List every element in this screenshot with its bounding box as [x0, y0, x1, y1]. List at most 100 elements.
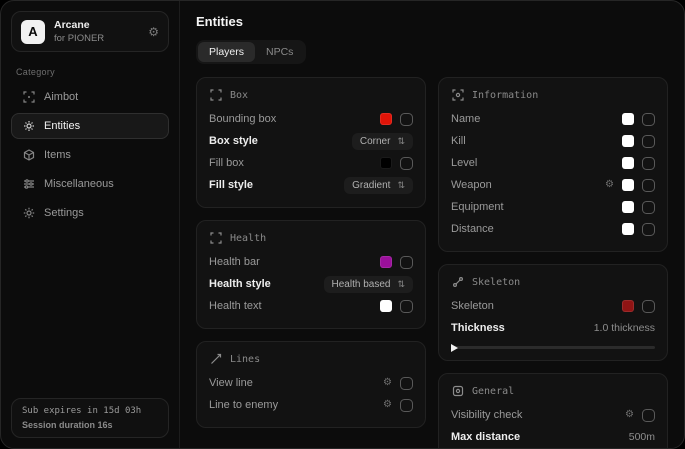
color-swatch[interactable]: [622, 135, 634, 147]
sidebar-item-entities[interactable]: Entities: [11, 113, 169, 139]
sidebar-item-label: Settings: [44, 207, 84, 219]
checkbox[interactable]: [642, 135, 655, 148]
category-label: Category: [16, 67, 164, 77]
sidebar-item-miscellaneous[interactable]: Miscellaneous: [11, 171, 169, 197]
checkbox[interactable]: [642, 409, 655, 422]
app-window: A Arcane for PIONER ⚙ Category Aimbot En…: [0, 0, 685, 449]
health-panel: Health Health bar Health style Health ba…: [196, 220, 426, 329]
information-panel: Information Name Kill Level: [438, 77, 668, 252]
checkbox[interactable]: [400, 300, 413, 313]
panel-title: Lines: [230, 354, 260, 365]
panel-title: Skeleton: [472, 277, 520, 288]
items-icon: [22, 149, 35, 161]
skeleton-panel: Skeleton Skeleton Thickness 1.0 thicknes…: [438, 264, 668, 361]
sidebar-item-settings[interactable]: Settings: [11, 200, 169, 226]
brand-logo: A: [21, 20, 45, 44]
max-distance-value: 500m: [629, 431, 655, 443]
box-style-dropdown[interactable]: Corner ⇅: [352, 133, 413, 150]
entities-icon: [22, 120, 35, 132]
setting-row: View line ⚙: [209, 372, 413, 394]
skeleton-icon: [451, 276, 464, 288]
checkbox[interactable]: [642, 157, 655, 170]
checkbox[interactable]: [642, 113, 655, 126]
session-duration-text: Session duration 16s: [22, 420, 158, 430]
setting-row: Box style Corner ⇅: [209, 130, 413, 152]
setting-row: Kill: [451, 130, 655, 152]
sidebar-item-label: Items: [44, 149, 71, 161]
panel-title: Box: [230, 90, 248, 101]
setting-row: Distance: [451, 218, 655, 240]
tab-npcs[interactable]: NPCs: [255, 42, 304, 62]
gear-icon[interactable]: ⚙: [625, 410, 634, 420]
checkbox[interactable]: [400, 256, 413, 269]
color-swatch[interactable]: [380, 157, 392, 169]
brand-subtitle: for PIONER: [54, 33, 104, 44]
sidebar-item-items[interactable]: Items: [11, 142, 169, 168]
panel-title: Health: [230, 233, 266, 244]
gear-icon[interactable]: ⚙: [605, 180, 614, 190]
sidebar-item-label: Aimbot: [44, 91, 78, 103]
gear-icon[interactable]: ⚙: [383, 378, 392, 388]
setting-row: Visibility check ⚙: [451, 404, 655, 426]
color-swatch[interactable]: [380, 300, 392, 312]
slider-handle[interactable]: [451, 344, 458, 352]
subscription-card: Sub expires in 15d 03h Session duration …: [11, 398, 169, 438]
color-swatch[interactable]: [622, 179, 634, 191]
color-swatch[interactable]: [380, 113, 392, 125]
brand-name: Arcane: [54, 19, 104, 31]
setting-row: Bounding box: [209, 108, 413, 130]
setting-row: Skeleton: [451, 295, 655, 317]
setting-row: Max distance 500m: [451, 426, 655, 448]
settings-gear-icon[interactable]: ⚙: [148, 25, 159, 39]
chevron-up-down-icon: ⇅: [397, 280, 405, 289]
color-swatch[interactable]: [622, 201, 634, 213]
checkbox[interactable]: [400, 113, 413, 126]
sub-expires-text: Sub expires in 15d 03h: [22, 406, 158, 416]
checkbox[interactable]: [400, 399, 413, 412]
sidebar-item-label: Miscellaneous: [44, 178, 114, 190]
setting-row: Health text: [209, 295, 413, 317]
gear-icon[interactable]: ⚙: [383, 400, 392, 410]
lines-panel: Lines View line ⚙ Line to enemy ⚙: [196, 341, 426, 428]
checkbox[interactable]: [400, 377, 413, 390]
setting-row: Fill style Gradient ⇅: [209, 174, 413, 196]
main-content: Entities Players NPCs Box Bounding box: [180, 1, 684, 448]
color-swatch[interactable]: [622, 157, 634, 169]
fill-style-dropdown[interactable]: Gradient ⇅: [344, 177, 413, 194]
sidebar: A Arcane for PIONER ⚙ Category Aimbot En…: [1, 1, 180, 448]
panel-title: General: [472, 386, 514, 397]
checkbox[interactable]: [642, 179, 655, 192]
general-icon: [451, 385, 464, 397]
setting-row: Health style Health based ⇅: [209, 273, 413, 295]
setting-row: Name: [451, 108, 655, 130]
box-panel: Box Bounding box Box style Corner ⇅: [196, 77, 426, 208]
setting-row: Fill box: [209, 152, 413, 174]
gear-icon: [22, 207, 35, 219]
lines-icon: [209, 353, 222, 365]
sidebar-item-label: Entities: [44, 120, 80, 132]
color-swatch[interactable]: [622, 300, 634, 312]
panel-title: Information: [472, 90, 538, 101]
sidebar-item-aimbot[interactable]: Aimbot: [11, 84, 169, 110]
color-swatch[interactable]: [622, 113, 634, 125]
aimbot-icon: [22, 91, 35, 103]
chevron-up-down-icon: ⇅: [397, 181, 405, 190]
page-title: Entities: [196, 14, 668, 29]
tab-players[interactable]: Players: [198, 42, 255, 62]
color-swatch[interactable]: [380, 256, 392, 268]
color-swatch[interactable]: [622, 223, 634, 235]
setting-row: Thickness 1.0 thickness: [451, 317, 655, 339]
checkbox[interactable]: [642, 201, 655, 214]
setting-row: Level: [451, 152, 655, 174]
setting-row: Health bar: [209, 251, 413, 273]
checkbox[interactable]: [642, 300, 655, 313]
chevron-up-down-icon: ⇅: [397, 137, 405, 146]
health-style-dropdown[interactable]: Health based ⇅: [324, 276, 413, 293]
thickness-slider[interactable]: [451, 346, 655, 349]
information-icon: [451, 89, 464, 101]
checkbox[interactable]: [642, 223, 655, 236]
miscellaneous-icon: [22, 178, 35, 190]
general-panel: General Visibility check ⚙ Max distance …: [438, 373, 668, 448]
sidebar-nav: Aimbot Entities Items Miscellaneous: [11, 84, 169, 226]
checkbox[interactable]: [400, 157, 413, 170]
